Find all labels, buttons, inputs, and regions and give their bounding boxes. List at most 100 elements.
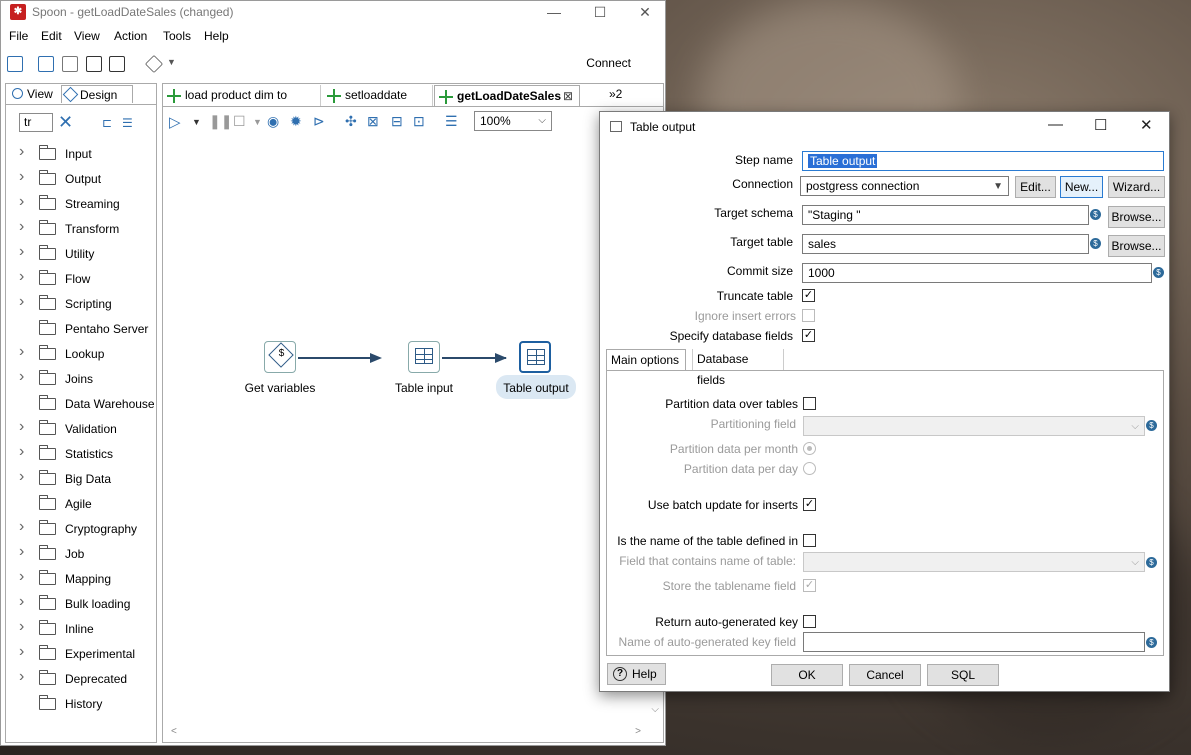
specify-database-fields-checkbox[interactable]: ✓ bbox=[802, 329, 815, 342]
chevron-right-icon[interactable]: › bbox=[19, 518, 24, 536]
tab-setloaddate[interactable]: setloaddate bbox=[323, 85, 433, 106]
partition-data-checkbox[interactable] bbox=[803, 397, 816, 410]
maximize-button[interactable]: ☐ bbox=[577, 1, 623, 23]
horizontal-scrollbar[interactable]: < > bbox=[171, 726, 641, 737]
menu-file[interactable]: File bbox=[9, 29, 28, 43]
tab-main-options[interactable]: Main options bbox=[606, 349, 686, 371]
save-as-icon[interactable] bbox=[109, 56, 125, 72]
replay-icon[interactable]: ⊳ bbox=[313, 113, 329, 129]
ok-button[interactable]: OK bbox=[771, 664, 843, 686]
tree-item[interactable]: › Inline bbox=[6, 618, 156, 639]
chevron-right-icon[interactable]: › bbox=[19, 418, 24, 436]
chevron-right-icon[interactable]: › bbox=[19, 243, 24, 261]
dialog-title-bar[interactable]: Table output — ☐ ✕ bbox=[600, 112, 1169, 142]
chevron-right-icon[interactable]: › bbox=[19, 293, 24, 311]
tab-load-product-dim[interactable]: load product dim to bbox=[163, 85, 321, 106]
title-bar[interactable]: ✱ Spoon - getLoadDateSales (changed) — ☐… bbox=[1, 1, 665, 23]
tree-item[interactable]: Agile bbox=[6, 494, 156, 514]
tree-item[interactable]: › Input bbox=[6, 143, 156, 164]
tree-item[interactable]: › Big Data bbox=[6, 468, 156, 489]
open-file-icon[interactable] bbox=[38, 56, 54, 72]
step-name-input[interactable]: Table output bbox=[802, 151, 1164, 171]
show-results-icon[interactable]: ☰ bbox=[445, 113, 461, 129]
chevron-right-icon[interactable]: › bbox=[19, 643, 24, 661]
connect-button[interactable]: Connect bbox=[586, 56, 631, 70]
partition-per-month-radio[interactable] bbox=[803, 442, 816, 455]
new-file-icon[interactable] bbox=[7, 56, 23, 72]
close-button[interactable]: ✕ bbox=[1140, 116, 1153, 134]
tree-item[interactable]: Data Warehouse bbox=[6, 394, 156, 414]
help-button[interactable]: ? Help bbox=[607, 663, 666, 685]
explore-repository-icon[interactable] bbox=[62, 56, 78, 72]
tree-item[interactable]: › Streaming bbox=[6, 193, 156, 214]
explore-db-icon[interactable]: ⊡ bbox=[413, 113, 429, 129]
chevron-right-icon[interactable]: › bbox=[19, 218, 24, 236]
close-button[interactable]: ✕ bbox=[622, 1, 668, 23]
tree-item[interactable]: › Experimental bbox=[6, 643, 156, 664]
menu-tools[interactable]: Tools bbox=[163, 29, 191, 43]
target-schema-input[interactable]: "Staging " bbox=[802, 205, 1089, 225]
sql-icon[interactable]: ⊟ bbox=[391, 113, 407, 129]
collapse-all-icon[interactable]: ⊏ bbox=[102, 116, 112, 130]
variable-icon[interactable]: $ bbox=[1146, 637, 1157, 648]
chevron-right-icon[interactable]: › bbox=[19, 618, 24, 636]
variable-icon[interactable]: $ bbox=[1153, 267, 1164, 278]
chevron-right-icon[interactable]: › bbox=[19, 343, 24, 361]
chevron-right-icon[interactable]: › bbox=[19, 368, 24, 386]
maximize-button[interactable]: ☐ bbox=[1094, 116, 1107, 134]
more-tabs-button[interactable]: »2 bbox=[609, 87, 622, 101]
tree-item[interactable]: History bbox=[6, 694, 156, 714]
menu-view[interactable]: View bbox=[74, 29, 100, 43]
tree-item[interactable]: › Job bbox=[6, 543, 156, 564]
steps-search-input[interactable]: tr bbox=[19, 113, 53, 132]
cancel-button[interactable]: Cancel bbox=[849, 664, 921, 686]
pause-icon[interactable]: ❚❚ bbox=[209, 113, 232, 129]
hop-line[interactable] bbox=[298, 357, 373, 359]
vertical-scroll-down-icon[interactable]: ⌵ bbox=[651, 704, 659, 715]
variable-icon[interactable]: $ bbox=[1090, 238, 1101, 249]
tree-item[interactable]: › Transform bbox=[6, 218, 156, 239]
verify-icon[interactable]: ✣ bbox=[345, 113, 361, 129]
chevron-right-icon[interactable]: › bbox=[19, 668, 24, 686]
tree-item[interactable]: › Lookup bbox=[6, 343, 156, 364]
tab-view[interactable]: View bbox=[9, 85, 61, 103]
tree-item[interactable]: › Bulk loading bbox=[6, 593, 156, 614]
chevron-right-icon[interactable]: › bbox=[19, 193, 24, 211]
menu-help[interactable]: Help bbox=[204, 29, 229, 43]
field-table-name-select[interactable]: ⌵ bbox=[803, 552, 1145, 572]
store-tablename-checkbox[interactable]: ✓ bbox=[803, 579, 816, 592]
clear-search-icon[interactable]: ✕ bbox=[58, 112, 73, 133]
tree-item[interactable]: › Scripting bbox=[6, 293, 156, 314]
chevron-down-icon[interactable]: ▼ bbox=[167, 57, 176, 67]
chevron-right-icon[interactable]: › bbox=[19, 443, 24, 461]
return-key-checkbox[interactable] bbox=[803, 615, 816, 628]
chevron-right-icon[interactable]: › bbox=[19, 568, 24, 586]
zoom-select[interactable]: 100% ⌵ bbox=[474, 111, 552, 131]
tree-item[interactable]: › Flow bbox=[6, 268, 156, 289]
variable-icon[interactable]: $ bbox=[1146, 420, 1157, 431]
tree-item[interactable]: › Cryptography bbox=[6, 518, 156, 539]
minimize-button[interactable]: — bbox=[531, 1, 577, 23]
chevron-right-icon[interactable]: › bbox=[19, 143, 24, 161]
tree-item[interactable]: Pentaho Server bbox=[6, 319, 156, 339]
chevron-right-icon[interactable]: › bbox=[19, 168, 24, 186]
variable-icon[interactable]: $ bbox=[1146, 557, 1157, 568]
connection-select[interactable]: postgress connection ▼ bbox=[800, 176, 1009, 196]
tree-item[interactable]: › Joins bbox=[6, 368, 156, 389]
get-variables-step[interactable]: $ bbox=[264, 341, 296, 373]
run-icon[interactable]: ▷ bbox=[169, 113, 185, 131]
partition-per-day-radio[interactable] bbox=[803, 462, 816, 475]
preview-icon[interactable]: ◉ bbox=[267, 113, 283, 129]
tab-getloaddatesales[interactable]: getLoadDateSales ⊠ bbox=[434, 85, 580, 106]
menu-action[interactable]: Action bbox=[114, 29, 147, 43]
key-field-name-input[interactable] bbox=[803, 632, 1145, 652]
truncate-table-checkbox[interactable]: ✓ bbox=[802, 289, 815, 302]
tree-item[interactable]: › Utility bbox=[6, 243, 156, 264]
partitioning-field-select[interactable]: ⌵ bbox=[803, 416, 1145, 436]
tree-item[interactable]: › Deprecated bbox=[6, 668, 156, 689]
sql-button[interactable]: SQL bbox=[927, 664, 999, 686]
save-icon[interactable] bbox=[86, 56, 102, 72]
run-options-chevron-icon[interactable]: ▼ bbox=[192, 117, 208, 133]
expand-all-icon[interactable]: ☰ bbox=[122, 116, 133, 130]
tree-item[interactable]: › Output bbox=[6, 168, 156, 189]
